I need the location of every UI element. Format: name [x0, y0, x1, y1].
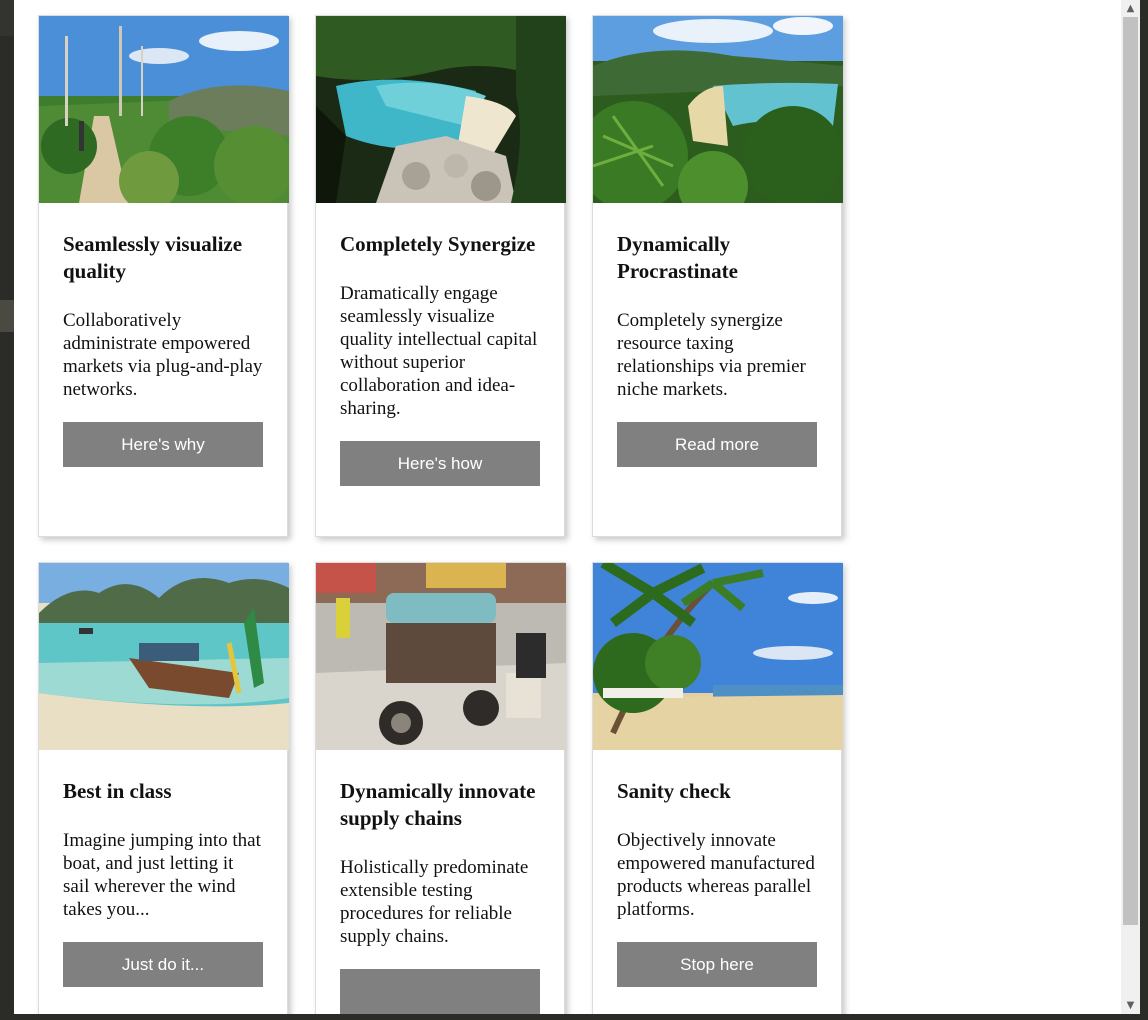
- card: Completely Synergize Dramatically engage…: [315, 15, 566, 537]
- card-button[interactable]: Here's why: [63, 422, 263, 467]
- card-title: Dynamically innovate supply chains: [340, 779, 536, 830]
- window-edge: [1140, 0, 1148, 1020]
- scroll-up-arrow-icon[interactable]: ▲: [1121, 0, 1140, 17]
- scroll-down-arrow-icon[interactable]: ▼: [1121, 997, 1140, 1014]
- card-button[interactable]: [340, 969, 540, 1014]
- window-edge: [0, 1014, 1148, 1020]
- card: Sanity check Objectively innovate empowe…: [592, 562, 843, 1014]
- card-text: Collaboratively administrate empowered m…: [63, 310, 263, 400]
- card-button[interactable]: Stop here: [617, 942, 817, 987]
- gutter-marker: [0, 0, 14, 36]
- card-title: Dynamically Procrastinate: [617, 232, 738, 283]
- card: Dynamically Procrastinate Completely syn…: [592, 15, 843, 537]
- card-text: Holistically predominate extensible test…: [340, 857, 529, 947]
- card-text: Objectively innovate empowered manufactu…: [617, 830, 815, 920]
- card-button[interactable]: Just do it...: [63, 942, 263, 987]
- editor-gutter: [0, 0, 14, 1020]
- card-button[interactable]: Here's how: [340, 441, 540, 486]
- longtail-boat-photo: [39, 563, 289, 750]
- card-text: Dramatically engage seamlessly visualize…: [340, 283, 538, 419]
- vertical-scrollbar[interactable]: ▲ ▼: [1121, 0, 1140, 1014]
- forest-trail-photo: [39, 16, 289, 203]
- palm-beach-photo: [593, 563, 843, 750]
- card: Best in class Imagine jumping into that …: [38, 562, 289, 1014]
- card-title: Completely Synergize: [340, 232, 536, 256]
- card-text: Completely synergize resource taxing rel…: [617, 310, 806, 400]
- street-motorbike-photo: [316, 563, 566, 750]
- card-title: Sanity check: [617, 779, 731, 803]
- rocky-beach-cove-photo: [316, 16, 566, 203]
- ferns-bay-photo: [593, 16, 843, 203]
- card: Seamlessly visualize quality Collaborati…: [38, 15, 289, 537]
- card-title: Best in class: [63, 779, 172, 803]
- card-text: Imagine jumping into that boat, and just…: [63, 830, 261, 920]
- card: Dynamically innovate supply chains Holis…: [315, 562, 566, 1014]
- card-button[interactable]: Read more: [617, 422, 817, 467]
- gutter-marker: [0, 300, 14, 332]
- scrollbar-thumb[interactable]: [1123, 17, 1138, 925]
- page-viewport: Seamlessly visualize quality Collaborati…: [14, 0, 1121, 1014]
- card-title: Seamlessly visualize quality: [63, 232, 243, 283]
